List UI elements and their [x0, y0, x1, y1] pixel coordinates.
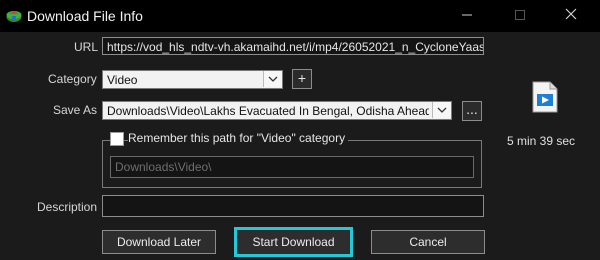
remember-path-field: Downloads\Video\: [110, 156, 474, 178]
minimize-icon: [462, 14, 472, 16]
video-file-icon: [532, 81, 558, 113]
save-as-dropdown-button[interactable]: [432, 102, 451, 118]
url-label: URL: [74, 40, 99, 54]
window-title: Download File Info: [27, 8, 143, 24]
browse-button[interactable]: ...: [462, 101, 482, 121]
remember-path-checkbox[interactable]: [110, 132, 124, 146]
description-field[interactable]: [102, 195, 484, 217]
maximize-icon: [515, 10, 525, 20]
category-value: Video: [107, 73, 138, 87]
start-download-button[interactable]: Start Download: [234, 227, 353, 257]
save-as-select[interactable]: Downloads\Video\Lakhs Evacuated In Benga…: [102, 101, 452, 120]
chevron-down-icon: [437, 107, 447, 113]
category-dropdown-button[interactable]: [263, 71, 282, 87]
cancel-button[interactable]: Cancel: [371, 230, 485, 254]
maximize-button[interactable]: [505, 6, 535, 26]
download-later-button[interactable]: Download Later: [102, 230, 216, 254]
duration-text: 5 min 39 sec: [507, 134, 576, 148]
description-label: Description: [37, 200, 98, 214]
minimize-button[interactable]: [452, 6, 482, 26]
save-as-value: Downloads\Video\Lakhs Evacuated In Benga…: [107, 104, 429, 118]
remember-path-label: Remember this path for "Video" category: [128, 131, 349, 145]
title-bar: Download File Info: [0, 0, 600, 32]
chevron-down-icon: [268, 76, 278, 82]
add-category-button[interactable]: +: [292, 69, 312, 89]
close-button[interactable]: [556, 6, 586, 26]
idm-icon: [6, 11, 22, 22]
close-icon: [565, 8, 577, 20]
category-label: Category: [48, 72, 97, 86]
save-as-label: Save As: [53, 103, 98, 117]
category-select[interactable]: Video: [102, 70, 283, 89]
url-field[interactable]: https://vod_hls_ndtv-vh.akamaihd.net/i/m…: [102, 37, 484, 55]
